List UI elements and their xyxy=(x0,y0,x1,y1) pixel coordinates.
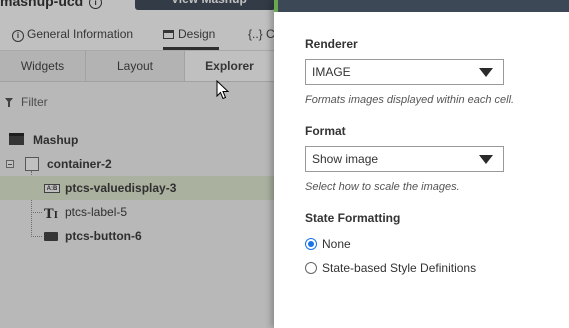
chevron-down-icon xyxy=(479,68,493,77)
panel-accent xyxy=(274,0,278,12)
modal-overlay[interactable] xyxy=(0,0,274,328)
radio-label: State-based Style Definitions xyxy=(322,261,477,275)
panel-header xyxy=(274,0,569,12)
radio-button[interactable] xyxy=(305,262,317,274)
renderer-value: IMAGE xyxy=(312,65,351,79)
radio-label: None xyxy=(322,237,351,251)
renderer-properties-panel: Renderer IMAGE Formats images displayed … xyxy=(274,0,569,328)
format-title: Format xyxy=(305,124,346,138)
renderer-title: Renderer xyxy=(305,37,358,51)
state-formatting-title: State Formatting xyxy=(305,211,401,225)
renderer-select[interactable]: IMAGE xyxy=(305,59,504,85)
radio-button-checked[interactable] xyxy=(305,238,317,250)
format-select[interactable]: Show image xyxy=(305,146,504,172)
format-hint: Select how to scale the images. xyxy=(305,181,460,193)
mouse-cursor-icon xyxy=(216,80,230,100)
chevron-down-icon xyxy=(479,155,493,164)
format-value: Show image xyxy=(312,152,379,166)
mashup-builder-workspace: mashup-ucd i View Mashup iGeneral Inform… xyxy=(0,0,274,328)
renderer-hint: Formats images displayed within each cel… xyxy=(305,94,515,106)
